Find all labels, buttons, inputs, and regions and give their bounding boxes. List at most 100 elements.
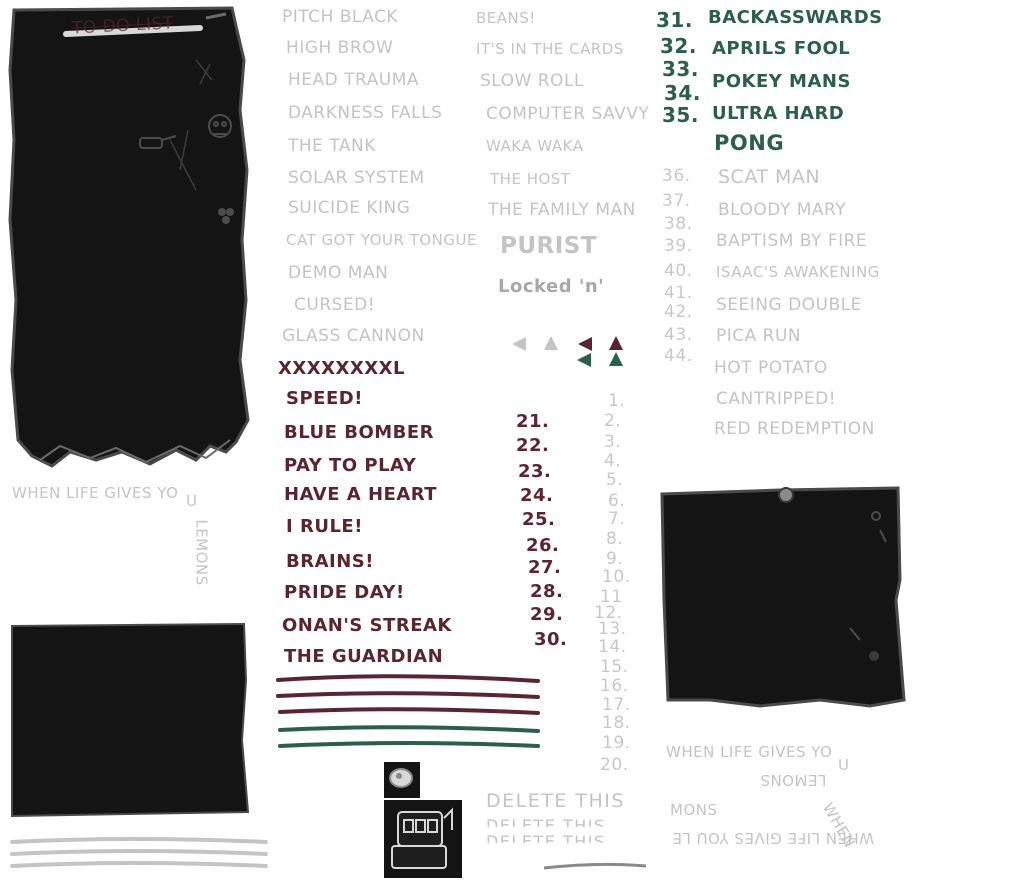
achievement-item: Blue Bomber: [284, 422, 435, 443]
achievement-item: Head Trauma: [288, 70, 420, 90]
list-number: 5.: [606, 470, 624, 490]
list-number: 26.: [526, 535, 560, 556]
achievement-item: Scat Man: [718, 166, 821, 188]
delete-note: Delete this: [486, 790, 625, 812]
list-number: 44.: [664, 346, 693, 366]
achievement-item: The Guardian: [284, 646, 444, 667]
list-number: 10.: [602, 567, 631, 587]
achievement-item: I Rule!: [286, 516, 363, 537]
achievement-item: Speed!: [286, 388, 363, 409]
achievement-item: Have A Heart: [284, 484, 438, 505]
list-number: 38.: [664, 214, 693, 234]
list-number: 33.: [662, 57, 699, 81]
list-number: 7.: [608, 509, 626, 529]
list-number: 13.: [598, 619, 627, 639]
list-number: 31.: [656, 8, 693, 32]
arrow-left-gray-icon: [512, 337, 526, 351]
achievement-item: Ultra Hard: [712, 103, 845, 124]
achievement-item: Backasswards: [708, 7, 883, 28]
achievement-item: Solar System: [288, 168, 425, 188]
list-number: 20.: [600, 755, 629, 775]
lemons-note-4: lemons: [760, 771, 827, 789]
achievement-item: Onan's Streak: [282, 615, 452, 636]
lemons-note-2: lemons: [192, 519, 211, 586]
list-number: 2.: [604, 411, 622, 431]
achievement-item: Red Redemption: [714, 419, 875, 439]
achievement-item: Computer Savvy: [486, 104, 650, 124]
list-number: 27.: [528, 557, 562, 578]
achievement-item: Pokey Mans: [712, 71, 851, 92]
achievement-item: Pitch Black: [282, 7, 399, 27]
arrow-left-green-icon: [577, 353, 591, 367]
lemons-note-1b: u: [186, 492, 198, 510]
list-number: 6.: [608, 491, 626, 511]
list-number: 34.: [664, 81, 701, 105]
list-number: 19.: [602, 733, 631, 753]
list-number: 18.: [602, 713, 631, 733]
achievement-item: XXXXXXXXL: [278, 358, 405, 379]
list-number: 30.: [534, 629, 568, 650]
delete-note-faded: Delete this: [486, 818, 606, 827]
list-number: 36.: [662, 166, 691, 186]
achievement-item-purist: Purist: [500, 233, 598, 259]
arrow-up-green-icon: [609, 352, 623, 366]
lemons-note-3b: u: [838, 756, 850, 774]
lemons-note-5b: mons: [670, 801, 718, 819]
achievement-item: Darkness Falls: [288, 103, 443, 123]
achievement-item: The Host: [490, 170, 571, 188]
list-number: 23.: [518, 461, 552, 482]
list-number: 3.: [604, 432, 622, 452]
list-number: 17.: [602, 695, 631, 715]
achievement-item: Seeing Double: [716, 295, 862, 315]
todo-paper-pinned: [660, 486, 906, 708]
list-number: 15.: [600, 657, 629, 677]
arrow-left-maroon-icon: [578, 337, 592, 351]
achievement-item: The Tank: [288, 136, 376, 156]
delete-note-faded: Delete this: [486, 834, 606, 843]
achievement-item: Slow Roll: [480, 71, 584, 91]
arrow-up-maroon-icon: [609, 336, 623, 350]
list-number: 41.: [664, 283, 693, 303]
achievement-item: High Brow: [286, 38, 394, 58]
achievement-item: Glass Cannon: [282, 326, 425, 346]
list-number: 40.: [664, 261, 693, 281]
gray-strike-lines: [10, 837, 268, 868]
underline-mark: [543, 862, 647, 870]
locked-label: Locked 'n': [498, 276, 605, 297]
list-number: 35.: [662, 103, 699, 127]
list-number: 29.: [530, 604, 564, 625]
list-number: 42.: [664, 302, 693, 322]
achievement-item: Pica Run: [716, 326, 802, 346]
achievement-item: Beans!: [476, 9, 536, 27]
achievement-item-pong: Pong: [714, 131, 785, 155]
lemons-note-1: When life gives yo: [12, 484, 179, 502]
list-number: 1.: [608, 391, 626, 411]
achievement-item: It's In The Cards: [476, 40, 624, 58]
achievement-item: Aprils Fool: [712, 38, 851, 59]
list-number: 24.: [520, 485, 554, 506]
list-number: 39.: [664, 236, 693, 256]
list-number: 21.: [516, 411, 550, 432]
list-number: 14.: [598, 637, 627, 657]
pin-icon: [778, 487, 794, 503]
list-number: 8.: [606, 529, 624, 549]
achievement-item: Baptism By Fire: [716, 231, 868, 251]
achievement-item: Cat Got Your Tongue: [286, 231, 477, 249]
todo-paper-small: [11, 622, 250, 818]
padlock-icon: [384, 762, 420, 798]
list-number: 32.: [660, 34, 697, 58]
achievement-item: The Family Man: [488, 200, 636, 220]
achievement-item: Pride Day!: [284, 582, 405, 603]
lemons-note-3: When life gives yo: [666, 743, 833, 761]
list-number: 37.: [662, 191, 691, 211]
slot-machine-icon: [384, 800, 462, 878]
achievement-item: Brains!: [286, 551, 374, 572]
achievement-item: Bloody Mary: [718, 200, 847, 220]
achievement-item: Waka Waka: [486, 137, 584, 155]
achievement-item: Cursed!: [294, 295, 376, 315]
arrow-up-gray-icon: [544, 336, 558, 350]
list-number: 16.: [600, 676, 629, 696]
achievement-item: Isaac's Awakening: [716, 263, 880, 281]
list-number: 9.: [606, 549, 624, 569]
achievement-item: Cantripped!: [716, 389, 837, 409]
